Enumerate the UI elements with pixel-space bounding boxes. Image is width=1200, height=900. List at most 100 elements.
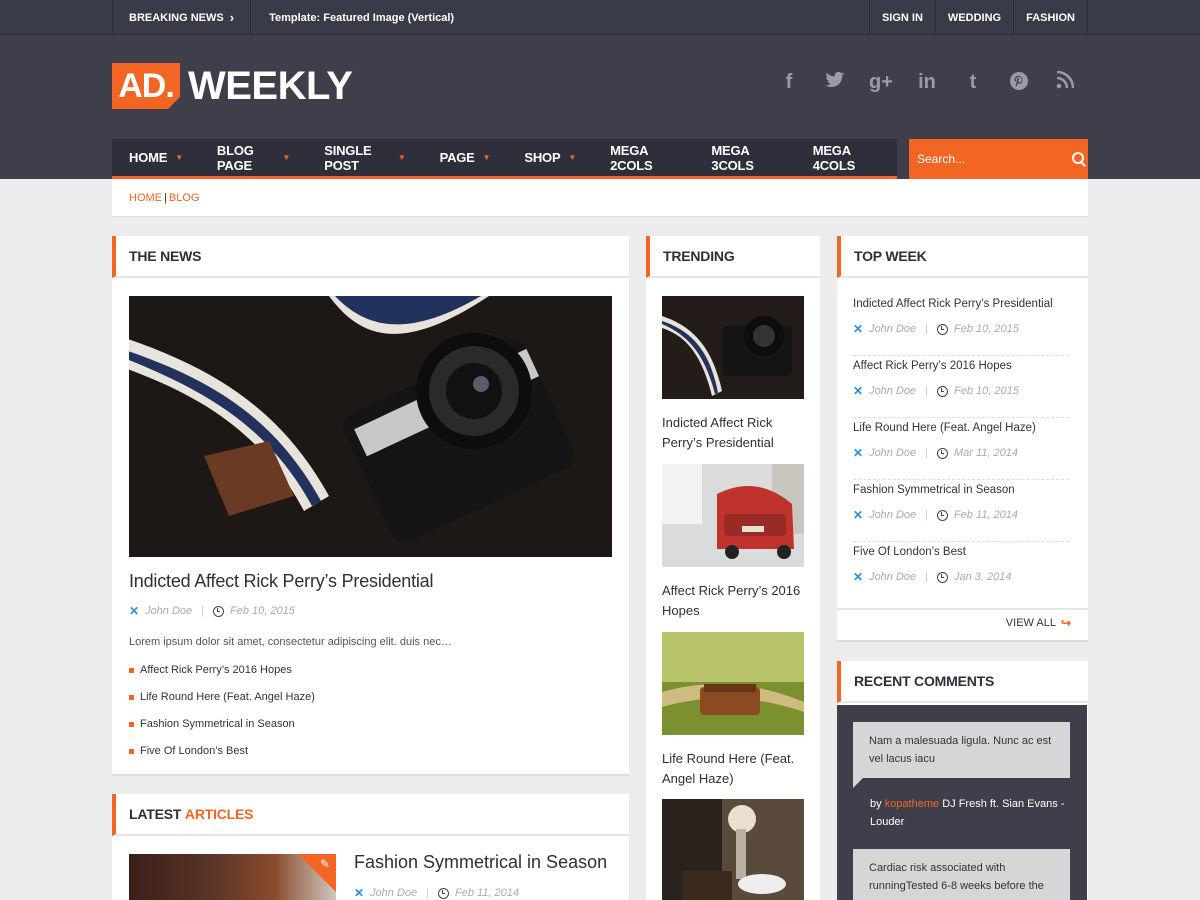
article-thumbnail[interactable]: ✎ [129,854,336,900]
author-avatar-icon: ✕ [354,886,365,900]
breaking-news-label[interactable]: BREAKING NEWS › [112,0,252,35]
tumblr-icon[interactable]: t [950,71,996,97]
article-meta: ✕ John Doe | Jan 3, 2014 [853,570,1069,584]
nav-item-single-post[interactable]: SINGLE POST ▼ [307,139,422,176]
author-avatar-icon: ✕ [853,508,864,522]
comment-bubble[interactable]: Cardiac risk associated with runningTest… [853,849,1070,900]
breaking-news-text: BREAKING NEWS [129,11,224,24]
view-all-link[interactable]: VIEW ALL ↪ [1006,616,1071,630]
top-week-item[interactable]: Life Round Here (Feat. Angel Haze) ✕ John… [853,418,1069,480]
meta-divider: | [426,887,430,899]
rss-icon[interactable] [1042,70,1088,97]
latest-articles-panel: LATEST ARTICLES ✎ Fashion Symmetrical in… [112,794,629,900]
sticky-badge: ✎ [298,854,336,892]
nav-label: PAGE [439,150,475,165]
list-item[interactable]: Affect Rick Perry’s 2016 Hopes [129,664,315,691]
list-item[interactable]: Life Round Here (Feat. Angel Haze) [129,691,315,718]
article-meta: ✕ John Doe | Feb 10, 2015 [853,384,1069,398]
trending-thumbnail[interactable] [662,799,804,900]
nav-item-mega-3cols[interactable]: MEGA 3COLS [694,139,795,176]
meta-divider: | [201,605,205,617]
author-name[interactable]: John Doe [145,605,192,617]
author-name[interactable]: John Doe [869,385,916,397]
top-week-title[interactable]: Life Round Here (Feat. Angel Haze) [853,422,1069,434]
chevron-right-icon: › [229,10,235,25]
author-name[interactable]: John Doe [869,323,916,335]
clock-icon [937,447,949,459]
meta-divider: | [925,323,929,335]
nav-item-shop[interactable]: SHOP ▼ [507,139,593,176]
meta-divider: | [925,509,929,521]
trending-title[interactable]: Affect Rick Perry’s 2016 Hopes [662,581,804,621]
breadcrumb: HOME | BLOG [112,179,1088,217]
top-week-title[interactable]: Affect Rick Perry’s 2016 Hopes [853,360,1069,372]
trending-title[interactable]: Indicted Affect Rick Perry’s Presidentia… [662,413,804,453]
comment-user[interactable]: kopatheme [885,798,939,810]
author-name[interactable]: John Doe [869,509,916,521]
trending-thumbnail[interactable] [662,632,804,735]
article-excerpt: Lorem ipsum dolor sit amet, consectetur … [129,636,452,648]
trending-item[interactable]: Life Round Here (Feat. Angel Haze) [662,632,804,789]
caret-down-icon: ▼ [397,153,406,162]
linkedin-icon[interactable]: in [904,71,950,97]
post-date: Mar 11, 2014 [954,447,1019,459]
list-item[interactable]: Fashion Symmetrical in Season [129,718,315,745]
wedding-link[interactable]: WEDDING [934,0,1013,35]
list-item[interactable]: Five Of London’s Best [129,745,315,772]
panel-title: TOP WEEK [837,236,1088,278]
trending-item[interactable]: Indicted Affect Rick Perry’s Presidentia… [662,296,804,453]
twitter-icon[interactable] [812,71,858,97]
author-avatar-icon: ✕ [853,322,864,336]
comment-bubble[interactable]: Nam a malesuada ligula. Nunc ac est vel … [853,722,1070,788]
nav-item-page[interactable]: PAGE ▼ [423,139,508,176]
trending-thumbnail[interactable] [662,464,804,567]
pin-icon: ✎ [319,857,330,871]
top-week-title[interactable]: Indicted Affect Rick Perry’s Presidentia… [853,298,1069,310]
article-meta: ✕ John Doe | Mar 11, 2014 [853,446,1069,460]
author-name[interactable]: John Doe [370,887,417,899]
top-week-title[interactable]: Fashion Symmetrical in Season [853,484,1069,496]
google-plus-icon[interactable]: g+ [858,71,904,97]
nav-item-mega-4cols[interactable]: MEGA 4COLS [796,139,897,176]
top-week-item[interactable]: Affect Rick Perry’s 2016 Hopes ✕ John Doe… [853,356,1069,418]
top-week-title[interactable]: Five Of London’s Best [853,546,1069,558]
author-avatar-icon: ✕ [853,384,864,398]
breadcrumb-home[interactable]: HOME [129,192,162,204]
trending-item[interactable] [662,799,804,900]
post-date: Feb 11, 2014 [954,509,1019,521]
trending-title[interactable]: Life Round Here (Feat. Angel Haze) [662,749,804,789]
panel-title: TRENDING [646,236,820,278]
top-week-item[interactable]: Indicted Affect Rick Perry’s Presidentia… [853,294,1069,356]
top-week-item[interactable]: Five Of London’s Best ✕ John Doe | Jan 3, 2… [853,542,1069,604]
meta-divider: | [925,385,929,397]
facebook-icon[interactable]: f [766,71,812,97]
breadcrumb-current[interactable]: BLOG [169,192,200,204]
author-avatar-icon: ✕ [853,570,864,584]
nav-label: MEGA 4COLS [812,142,856,173]
top-week-item[interactable]: Fashion Symmetrical in Season ✕ John Doe |… [853,480,1069,542]
author-name[interactable]: John Doe [869,447,916,459]
nav-label: MEGA 2COLS [610,142,653,173]
clock-icon [937,385,949,397]
article-title[interactable]: Indicted Affect Rick Perry’s Presidentia… [129,571,433,592]
pinterest-icon[interactable] [996,71,1042,97]
featured-image[interactable] [129,296,612,557]
sign-in-link[interactable]: SIGN IN [868,0,935,35]
panel-title: RECENT COMMENTS [837,661,1088,703]
clock-icon [438,887,450,899]
fashion-link[interactable]: FASHION [1013,0,1088,35]
site-logo[interactable]: AD. WEEKLY [112,63,353,109]
search-icon[interactable] [1072,152,1084,166]
trending-item[interactable]: Affect Rick Perry’s 2016 Hopes [662,464,804,621]
search-input[interactable] [917,152,1072,166]
nav-item-mega-2cols[interactable]: MEGA 2COLS [593,139,694,176]
trending-thumbnail[interactable] [662,296,804,399]
article-meta: ✕ John Doe | Feb 10, 2015 [853,322,1069,336]
meta-divider: | [925,571,929,583]
nav-item-home[interactable]: HOME ▼ [112,139,200,176]
author-name[interactable]: John Doe [869,571,916,583]
nav-item-blog-page[interactable]: BLOG PAGE ▼ [200,139,307,176]
nav-label: BLOG PAGE [216,142,254,173]
breaking-news-ticker[interactable]: Template: Featured Image (Vertical) [251,0,454,35]
article-title[interactable]: Fashion Symmetrical in Season [354,852,607,873]
